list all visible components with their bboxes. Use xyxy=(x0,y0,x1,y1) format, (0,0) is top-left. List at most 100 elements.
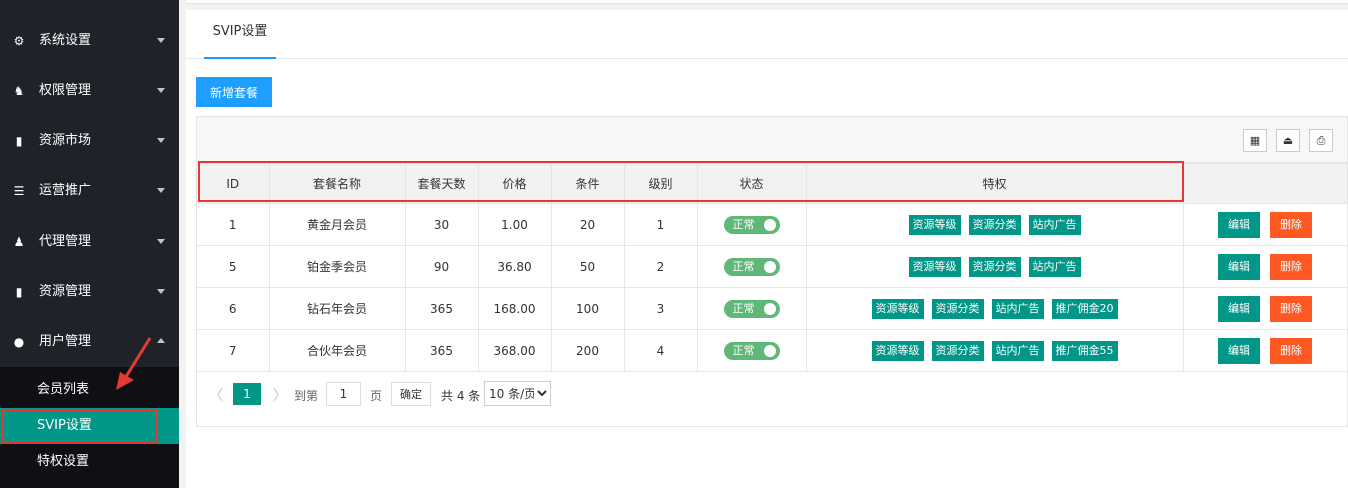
sidebar-item-label: 用户管理 xyxy=(39,334,92,349)
sidebar-item-system-settings[interactable]: ⚙ 系统设置 xyxy=(0,16,179,66)
add-package-button[interactable]: 新增套餐 xyxy=(196,77,272,107)
cell-days: 365 xyxy=(404,287,479,330)
cell-condition: 20 xyxy=(550,203,625,246)
cell-level: 4 xyxy=(623,329,698,372)
column-header[interactable]: 状态 xyxy=(696,163,807,204)
svip-table: ID 套餐名称 套餐天数 价格 条件 级别 状态 特权 1 黄金月会员 30 1… xyxy=(197,163,1348,372)
cell-status: 正常 xyxy=(696,287,807,330)
chevron-down-icon xyxy=(157,289,165,294)
tab-svip-settings[interactable]: SVIP设置 xyxy=(204,10,276,59)
sidebar-item-permission[interactable]: ♞ 权限管理 xyxy=(0,66,179,116)
privilege-tag: 资源分类 xyxy=(931,298,984,319)
cell-level: 1 xyxy=(623,203,698,246)
edit-button[interactable]: 编辑 xyxy=(1218,211,1260,238)
sidebar-item-label: 代理管理 xyxy=(39,234,92,249)
cell-price: 168.00 xyxy=(477,287,552,330)
next-page-icon[interactable]: 〉 xyxy=(273,385,287,405)
column-header[interactable]: 级别 xyxy=(623,163,698,204)
chevron-down-icon xyxy=(157,38,165,43)
privilege-tag: 资源等级 xyxy=(908,214,961,235)
delete-button[interactable]: 删除 xyxy=(1270,211,1312,238)
sidebar-subnav: 会员列表 SVIP设置 特权设置 xyxy=(0,367,179,488)
delete-button[interactable]: 删除 xyxy=(1270,337,1312,364)
delete-button[interactable]: 删除 xyxy=(1270,253,1312,280)
sidebar-subitem-member-list[interactable]: 会员列表 xyxy=(0,372,179,408)
total-count: 共 4 条 xyxy=(441,389,481,403)
sidebar-item-operations[interactable]: ☰ 运营推广 xyxy=(0,166,179,216)
edit-button[interactable]: 编辑 xyxy=(1218,295,1260,322)
cell-price: 1.00 xyxy=(477,203,552,246)
pagination: 〈 1 〉 到第 页 确定 共 4 条 10 条/页 xyxy=(197,373,1347,426)
cell-days: 90 xyxy=(404,245,479,288)
sidebar-item-users[interactable]: ● 用户管理 xyxy=(0,317,179,367)
chevron-up-icon xyxy=(157,338,165,343)
privilege-tag: 站内广告 xyxy=(1028,214,1081,235)
table-header-row: ID 套餐名称 套餐天数 价格 条件 级别 状态 特权 xyxy=(197,163,1348,204)
sidebar-subitem-privilege-settings[interactable]: 特权设置 xyxy=(0,444,179,480)
sidebar-item-agents[interactable]: ♟ 代理管理 xyxy=(0,217,179,267)
page-size-select[interactable]: 10 条/页 xyxy=(484,381,551,406)
goto-page-input[interactable] xyxy=(326,382,361,406)
cell-name: 铂金季会员 xyxy=(268,245,406,288)
gear-icon: ⚙ xyxy=(13,34,25,48)
edit-button[interactable]: 编辑 xyxy=(1218,337,1260,364)
page-label: 页 xyxy=(370,389,383,403)
cell-status: 正常 xyxy=(696,203,807,246)
cell-condition: 200 xyxy=(550,329,625,372)
goto-confirm-button[interactable]: 确定 xyxy=(391,382,431,406)
status-toggle[interactable]: 正常 xyxy=(723,257,780,276)
chevron-down-icon xyxy=(157,88,165,93)
cell-price: 36.80 xyxy=(477,245,552,288)
chevron-down-icon xyxy=(157,188,165,193)
cell-id: 6 xyxy=(197,287,270,330)
privilege-tag: 资源等级 xyxy=(871,340,924,361)
table-row: 1 黄金月会员 30 1.00 20 1 正常 资源等级 资源分类 站内广告 编辑删… xyxy=(197,203,1348,246)
column-header[interactable]: 套餐名称 xyxy=(268,163,406,204)
sidebar-item-resources[interactable]: ▮ 资源管理 xyxy=(0,267,179,317)
chevron-down-icon xyxy=(157,138,165,143)
toggle-knob xyxy=(763,260,776,273)
book-icon: ▮ xyxy=(15,285,23,299)
table-row: 5 铂金季会员 90 36.80 50 2 正常 资源等级 资源分类 站内广告 编辑… xyxy=(197,245,1348,288)
export-icon[interactable]: ⏏ xyxy=(1276,129,1300,152)
permission-icon: ♞ xyxy=(13,84,25,98)
sidebar-item-label: 运营推广 xyxy=(39,183,92,198)
status-toggle-label: 正常 xyxy=(732,217,755,231)
cell-condition: 100 xyxy=(550,287,625,330)
columns-filter-icon[interactable]: ▦ xyxy=(1243,129,1267,152)
cell-condition: 50 xyxy=(550,245,625,288)
cell-privileges: 资源等级 资源分类 站内广告 xyxy=(805,245,1184,288)
sidebar-item-resource-market[interactable]: ▮ 资源市场 xyxy=(0,116,179,166)
edit-button[interactable]: 编辑 xyxy=(1218,253,1260,280)
print-icon[interactable]: ⎙ xyxy=(1309,129,1333,152)
cell-name: 黄金月会员 xyxy=(268,203,406,246)
prev-page-icon[interactable]: 〈 xyxy=(209,385,223,405)
column-header[interactable]: 特权 xyxy=(805,163,1184,204)
goto-label: 到第 xyxy=(294,389,319,403)
delete-button[interactable]: 删除 xyxy=(1270,295,1312,322)
column-header[interactable]: 条件 xyxy=(550,163,625,204)
book-icon: ▮ xyxy=(15,134,23,148)
toggle-knob xyxy=(763,344,776,357)
status-toggle[interactable]: 正常 xyxy=(723,341,780,360)
privilege-tag: 站内广告 xyxy=(1028,256,1081,277)
chevron-down-icon xyxy=(157,239,165,244)
cell-privileges: 资源等级 资源分类 站内广告 推广佣金20 xyxy=(805,287,1184,330)
sidebar-subitem-svip-settings[interactable]: SVIP设置 xyxy=(0,408,179,444)
privilege-tag: 推广佣金55 xyxy=(1051,340,1118,361)
toggle-knob xyxy=(763,218,776,231)
privilege-tag: 资源等级 xyxy=(871,298,924,319)
page-current[interactable]: 1 xyxy=(233,383,261,405)
table-row: 6 钻石年会员 365 168.00 100 3 正常 资源等级 资源分类 站内广告… xyxy=(197,287,1348,330)
sidebar-item-label: 资源管理 xyxy=(39,284,92,299)
cell-name: 钻石年会员 xyxy=(268,287,406,330)
privilege-tag: 资源等级 xyxy=(908,256,961,277)
highlight-box xyxy=(2,409,158,443)
column-header[interactable]: ID xyxy=(197,163,270,204)
table-toolbar: ▦ ⏏ ⎙ xyxy=(197,117,1347,163)
column-header[interactable]: 价格 xyxy=(477,163,552,204)
column-header[interactable]: 套餐天数 xyxy=(404,163,479,204)
status-toggle[interactable]: 正常 xyxy=(723,299,780,318)
cell-actions: 编辑 删除 xyxy=(1182,329,1348,372)
status-toggle[interactable]: 正常 xyxy=(723,215,780,234)
